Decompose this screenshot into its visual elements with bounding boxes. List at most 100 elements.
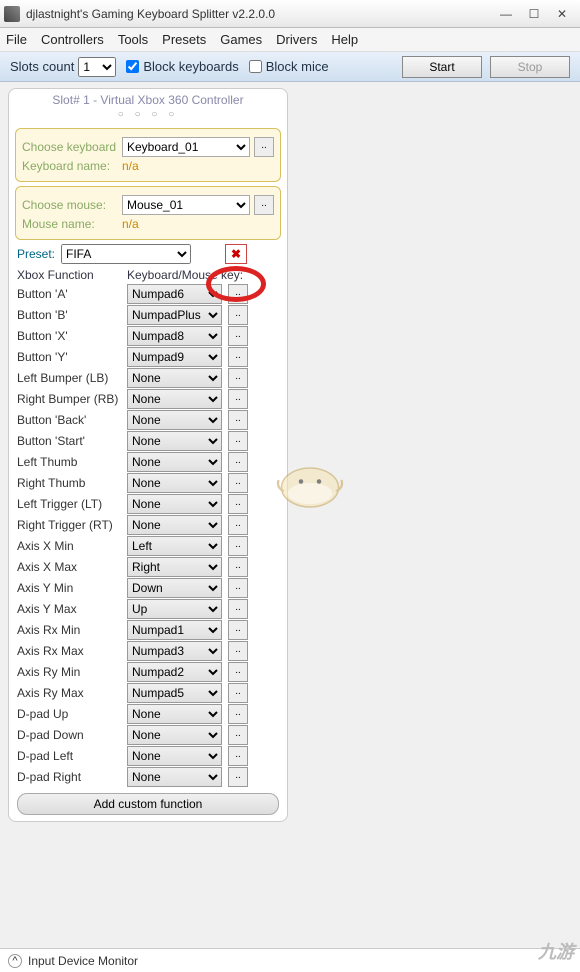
mapping-key-select[interactable]: None	[127, 431, 222, 451]
mapping-function: Axis Y Max	[17, 602, 127, 616]
mapping-key-select[interactable]: None	[127, 452, 222, 472]
menu-controllers[interactable]: Controllers	[41, 32, 104, 47]
mapping-browse-button[interactable]: ..	[228, 410, 248, 430]
keyboard-name-value: n/a	[122, 159, 139, 173]
mappings-list: Button 'A'Numpad6..Button 'B'NumpadPlus.…	[9, 284, 287, 787]
mapping-key-select[interactable]: None	[127, 746, 222, 766]
mapping-function: Button 'Back'	[17, 413, 127, 427]
slots-label: Slots count	[10, 59, 74, 74]
mapping-row: Axis X MaxRight..	[17, 557, 279, 577]
mapping-browse-button[interactable]: ..	[228, 725, 248, 745]
mouse-browse-button[interactable]: ..	[254, 195, 274, 215]
stop-button[interactable]: Stop	[490, 56, 570, 78]
mapping-function: Button 'A'	[17, 287, 127, 301]
block-mice-checkbox[interactable]	[249, 60, 262, 73]
mapping-key-select[interactable]: Numpad8	[127, 326, 222, 346]
menubar: File Controllers Tools Presets Games Dri…	[0, 28, 580, 52]
menu-file[interactable]: File	[6, 32, 27, 47]
mapping-key-select[interactable]: Down	[127, 578, 222, 598]
mapping-key-select[interactable]: Left	[127, 536, 222, 556]
mapping-key-select[interactable]: None	[127, 389, 222, 409]
mapping-key-select[interactable]: Up	[127, 599, 222, 619]
mapping-row: Left Bumper (LB)None..	[17, 368, 279, 388]
menu-tools[interactable]: Tools	[118, 32, 148, 47]
preset-select[interactable]: FIFA	[61, 244, 191, 264]
mouse-select[interactable]: Mouse_01	[122, 195, 250, 215]
mapping-row: Right Trigger (RT)None..	[17, 515, 279, 535]
mapping-browse-button[interactable]: ..	[228, 578, 248, 598]
mapping-browse-button[interactable]: ..	[228, 326, 248, 346]
mapping-browse-button[interactable]: ..	[228, 305, 248, 325]
minimize-button[interactable]: —	[492, 4, 520, 24]
toolbar: Slots count 1 Block keyboards Block mice…	[0, 52, 580, 82]
mapping-browse-button[interactable]: ..	[228, 515, 248, 535]
keyboard-browse-button[interactable]: ..	[254, 137, 274, 157]
mapping-key-select[interactable]: Numpad1	[127, 620, 222, 640]
menu-help[interactable]: Help	[331, 32, 358, 47]
mapping-key-select[interactable]: None	[127, 368, 222, 388]
maximize-button[interactable]: ☐	[520, 4, 548, 24]
mapping-function: Button 'X'	[17, 329, 127, 343]
mapping-browse-button[interactable]: ..	[228, 746, 248, 766]
mapping-key-select[interactable]: Numpad2	[127, 662, 222, 682]
mapping-browse-button[interactable]: ..	[228, 662, 248, 682]
mapping-key-select[interactable]: Numpad9	[127, 347, 222, 367]
slots-count-select[interactable]: 1	[78, 57, 116, 77]
keyboard-select[interactable]: Keyboard_01	[122, 137, 250, 157]
mapping-function: D-pad Left	[17, 749, 127, 763]
add-custom-button[interactable]: Add custom function	[17, 793, 279, 815]
block-mice-label: Block mice	[266, 59, 329, 74]
mapping-row: Right Bumper (RB)None..	[17, 389, 279, 409]
mapping-row: D-pad UpNone..	[17, 704, 279, 724]
start-button[interactable]: Start	[402, 56, 482, 78]
mapping-browse-button[interactable]: ..	[228, 389, 248, 409]
mapping-key-select[interactable]: Right	[127, 557, 222, 577]
status-text: Input Device Monitor	[28, 954, 138, 968]
mapping-browse-button[interactable]: ..	[228, 473, 248, 493]
mapping-browse-button[interactable]: ..	[228, 494, 248, 514]
mapping-key-select[interactable]: None	[127, 410, 222, 430]
mapping-function: Axis Rx Max	[17, 644, 127, 658]
mapping-browse-button[interactable]: ..	[228, 767, 248, 787]
close-button[interactable]: ✕	[548, 4, 576, 24]
menu-drivers[interactable]: Drivers	[276, 32, 317, 47]
block-keyboards-checkbox[interactable]	[126, 60, 139, 73]
mapping-browse-button[interactable]: ..	[228, 536, 248, 556]
mapping-function: Right Bumper (RB)	[17, 392, 127, 406]
mapping-browse-button[interactable]: ..	[228, 620, 248, 640]
mapping-browse-button[interactable]: ..	[228, 431, 248, 451]
mapping-browse-button[interactable]: ..	[228, 641, 248, 661]
menu-games[interactable]: Games	[220, 32, 262, 47]
mapping-key-select[interactable]: NumpadPlus	[127, 305, 222, 325]
mapping-function: Button 'Y'	[17, 350, 127, 364]
mapping-key-select[interactable]: Numpad6	[127, 284, 222, 304]
mapping-row: Axis Y MinDown..	[17, 578, 279, 598]
mapping-function: D-pad Right	[17, 770, 127, 784]
mapping-key-select[interactable]: Numpad3	[127, 641, 222, 661]
mapping-row: Axis Rx MaxNumpad3..	[17, 641, 279, 661]
mapping-key-select[interactable]: None	[127, 704, 222, 724]
mapping-key-select[interactable]: Numpad5	[127, 683, 222, 703]
window-title: djlastnight's Gaming Keyboard Splitter v…	[26, 7, 492, 21]
mapping-browse-button[interactable]: ..	[228, 368, 248, 388]
mapping-row: Button 'Back'None..	[17, 410, 279, 430]
mapping-key-select[interactable]: None	[127, 725, 222, 745]
mapping-key-select[interactable]: None	[127, 473, 222, 493]
mapping-key-select[interactable]: None	[127, 515, 222, 535]
mapping-browse-button[interactable]: ..	[228, 704, 248, 724]
mapping-key-select[interactable]: None	[127, 767, 222, 787]
mapping-key-select[interactable]: None	[127, 494, 222, 514]
mapping-function: Left Thumb	[17, 455, 127, 469]
expand-icon[interactable]: ^	[8, 954, 22, 968]
mapping-browse-button[interactable]: ..	[228, 599, 248, 619]
app-icon	[4, 6, 20, 22]
mapping-browse-button[interactable]: ..	[228, 284, 248, 304]
mapping-row: Axis X MinLeft..	[17, 536, 279, 556]
mapping-row: D-pad RightNone..	[17, 767, 279, 787]
mapping-browse-button[interactable]: ..	[228, 557, 248, 577]
mapping-browse-button[interactable]: ..	[228, 452, 248, 472]
menu-presets[interactable]: Presets	[162, 32, 206, 47]
mapping-browse-button[interactable]: ..	[228, 347, 248, 367]
preset-delete-button[interactable]: ✖	[225, 244, 247, 264]
mapping-browse-button[interactable]: ..	[228, 683, 248, 703]
